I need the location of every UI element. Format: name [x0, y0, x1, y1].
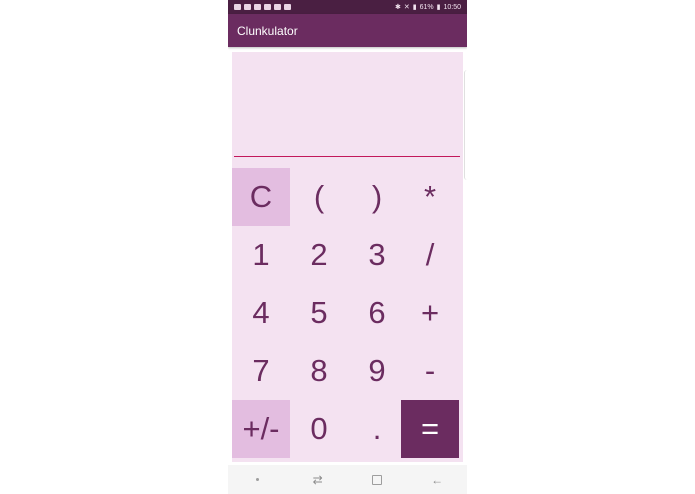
battery-percent: 61%	[419, 3, 434, 11]
clock-time: 10:50	[443, 3, 461, 11]
edge-panel-handle[interactable]	[464, 70, 467, 180]
recent-apps-icon: ⇄	[312, 472, 323, 487]
status-bar: ✱ ✕ ▮ 61% ▮ 10:50	[228, 0, 467, 14]
divide-button[interactable]: /	[401, 226, 459, 284]
clear-button[interactable]: C	[232, 168, 290, 226]
battery-icon: ▮	[436, 4, 441, 11]
digit-3-button[interactable]: 3	[348, 226, 406, 284]
subtract-button[interactable]: -	[401, 342, 459, 400]
digit-7-button[interactable]: 7	[232, 342, 290, 400]
open-paren-button[interactable]: (	[290, 168, 348, 226]
image-icon	[284, 4, 291, 10]
signal-icon: ▮	[412, 4, 417, 11]
digit-0-button[interactable]: 0	[290, 400, 348, 458]
digit-2-button[interactable]: 2	[290, 226, 348, 284]
expression-display[interactable]	[232, 52, 463, 164]
back-button[interactable]: ←	[422, 470, 452, 490]
digit-9-button[interactable]: 9	[348, 342, 406, 400]
menu-dot-button[interactable]	[243, 470, 273, 490]
toggle-sign-button[interactable]: +/-	[232, 400, 290, 458]
display-underline	[234, 156, 460, 157]
clock-icon	[274, 4, 281, 10]
app-bar: Clunkulator	[228, 14, 467, 47]
back-icon: ←	[431, 472, 444, 487]
system-icons: ✱ ✕ ▮ 61% ▮ 10:50	[394, 3, 461, 12]
close-paren-button[interactable]: )	[348, 168, 406, 226]
home-icon	[372, 474, 383, 485]
game-controller-icon	[254, 4, 261, 10]
phone-screen: ✱ ✕ ▮ 61% ▮ 10:50 Clunkulator C() * 1 2 3/ 4 5…	[228, 0, 467, 494]
notification-icons	[234, 4, 291, 10]
mute-icon: ✕	[403, 4, 410, 11]
digit-4-button[interactable]: 4	[232, 284, 290, 342]
digit-5-button[interactable]: 5	[290, 284, 348, 342]
digit-8-button[interactable]: 8	[290, 342, 348, 400]
settings-icon	[264, 4, 271, 10]
decimal-button[interactable]: .	[348, 400, 406, 458]
recent-apps-button[interactable]: ⇄	[303, 470, 333, 490]
home-button[interactable]	[362, 470, 392, 490]
navigation-bar: ⇄ ←	[228, 465, 467, 494]
equals-button[interactable]: =	[401, 400, 459, 458]
add-button[interactable]: +	[401, 284, 459, 342]
calculator-body: C() * 1 2 3/ 4 5 6 +7 8 9- +/- 0. =	[232, 52, 463, 462]
game-controller-icon	[244, 4, 251, 10]
multiply-button[interactable]: *	[401, 168, 459, 226]
digit-6-button[interactable]: 6	[348, 284, 406, 342]
digit-1-button[interactable]: 1	[232, 226, 290, 284]
app-title: Clunkulator	[237, 23, 298, 38]
menu-dot-icon	[256, 478, 260, 481]
game-controller-icon	[234, 4, 241, 10]
bluetooth-icon: ✱	[394, 4, 401, 11]
